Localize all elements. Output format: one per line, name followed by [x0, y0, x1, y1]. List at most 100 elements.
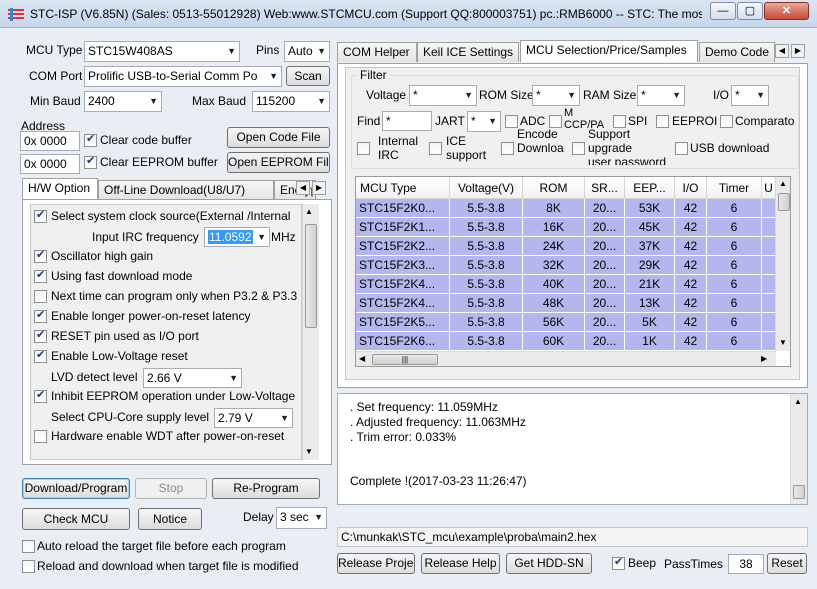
auto-reload-checkbox[interactable] — [22, 540, 35, 553]
reprogram-button[interactable]: Re-Program — [212, 478, 320, 499]
scroll-thumb[interactable] — [305, 224, 317, 328]
clear-code-checkbox[interactable] — [84, 132, 97, 147]
voltage-filter-select[interactable]: * ▼ — [409, 85, 477, 106]
column-header-io[interactable]: I/O — [675, 177, 707, 199]
release-project-button[interactable]: Release Project — [337, 553, 415, 574]
check-mcu-button[interactable]: Check MCU — [22, 508, 130, 530]
cell-uart — [762, 199, 776, 218]
open-eeprom-file-button[interactable]: Open EEPROM File — [227, 152, 330, 173]
com-port-select[interactable]: Prolific USB-to-Serial Comm Po ▼ — [84, 66, 282, 87]
ram-size-select[interactable]: * ▼ — [637, 85, 685, 106]
clock-source-checkbox[interactable] — [34, 208, 47, 223]
table-horizontal-scrollbar[interactable]: ◀ ||| ▶ — [356, 351, 776, 366]
usb-download-checkbox[interactable] — [675, 142, 688, 155]
open-code-file-button[interactable]: Open Code File — [227, 127, 330, 148]
tab-hw-option[interactable]: H/W Option — [22, 178, 98, 200]
scroll-down-icon[interactable]: ▼ — [305, 447, 313, 456]
uart-select[interactable]: * ▼ — [467, 111, 501, 132]
get-hdd-sn-button[interactable]: Get HDD-SN — [506, 553, 592, 574]
internal-irc-checkbox[interactable] — [357, 142, 370, 155]
min-baud-select[interactable]: 2400 ▼ — [84, 91, 162, 112]
pins-select[interactable]: Auto ▼ — [284, 41, 330, 62]
power-on-latency-checkbox[interactable] — [34, 308, 47, 323]
column-header-uart[interactable]: U — [762, 177, 776, 199]
scroll-down-icon[interactable]: ▼ — [779, 338, 787, 347]
maximize-button[interactable]: ▢ — [737, 2, 763, 20]
scroll-up-icon[interactable]: ▲ — [794, 397, 802, 406]
scroll-thumb[interactable] — [778, 193, 790, 211]
rom-size-select[interactable]: * ▼ — [532, 85, 580, 106]
chevron-left-icon[interactable]: ◀ — [296, 181, 310, 195]
log-output[interactable]: . Set frequency: 11.059MHz . Adjusted fr… — [337, 393, 808, 505]
column-header-voltage[interactable]: Voltage(V) — [450, 177, 523, 199]
reset-pin-io-checkbox[interactable] — [34, 328, 47, 343]
log-scrollbar[interactable]: ▲ — [790, 394, 807, 504]
clear-eeprom-checkbox[interactable] — [84, 154, 97, 169]
close-button[interactable]: ✕ — [764, 2, 809, 20]
tab-mcu-selection[interactable]: MCU Selection/Price/Samples — [520, 40, 698, 62]
find-input[interactable]: * — [382, 111, 432, 131]
chevron-right-icon[interactable]: ▶ — [312, 181, 326, 195]
table-vertical-scrollbar[interactable]: ▲ ▼ — [775, 177, 790, 351]
reset-button[interactable]: Reset — [767, 553, 807, 574]
notice-button[interactable]: Notice — [138, 508, 202, 530]
table-row[interactable]: STC15F2K3... 5.5-3.8 32K 20... 29K 42 6 — [356, 256, 776, 275]
mcu-type-select[interactable]: STC15W408AS ▼ — [84, 41, 240, 62]
download-program-button[interactable]: Download/Program — [22, 478, 130, 499]
chevron-right-icon[interactable]: ▶ — [791, 44, 805, 58]
tab-com-helper[interactable]: COM Helper — [337, 42, 417, 62]
support-upgrade-checkbox[interactable] — [572, 142, 585, 155]
filter-title: Filter — [358, 68, 389, 82]
low-voltage-reset-checkbox[interactable] — [34, 348, 47, 363]
inhibit-eeprom-checkbox[interactable] — [34, 388, 47, 403]
scroll-thumb[interactable]: ||| — [372, 354, 438, 365]
reload-download-checkbox[interactable] — [22, 560, 35, 573]
table-row[interactable]: STC15F2K2... 5.5-3.8 24K 20... 37K 42 6 — [356, 237, 776, 256]
table-row[interactable]: STC15F2K1... 5.5-3.8 16K 20... 45K 42 6 — [356, 218, 776, 237]
column-header-sram[interactable]: SR... — [585, 177, 625, 199]
hw-option-scrollbar[interactable]: ▲ ▼ — [302, 204, 319, 460]
release-help-button[interactable]: Release Help — [421, 553, 500, 574]
encode-download-checkbox[interactable] — [501, 142, 514, 155]
beep-checkbox[interactable] — [612, 555, 625, 570]
irc-frequency-select[interactable]: 11.0592 ▼ — [204, 227, 270, 247]
oscillator-gain-checkbox[interactable] — [34, 248, 47, 263]
table-row[interactable]: STC15F2K6... 5.5-3.8 60K 20... 1K 42 6 — [356, 332, 776, 351]
hardware-wdt-checkbox[interactable] — [34, 430, 47, 443]
minimize-button[interactable]: — — [710, 2, 736, 20]
tab-demo-code[interactable]: Demo Code — [699, 42, 775, 62]
scroll-up-icon[interactable]: ▲ — [779, 179, 787, 188]
p32-p33-checkbox[interactable] — [34, 290, 47, 303]
mcu-table[interactable]: MCU Type Voltage(V) ROM SR... EEP... I/O… — [355, 176, 791, 367]
table-row[interactable]: STC15F2K5... 5.5-3.8 56K 20... 5K 42 6 — [356, 313, 776, 332]
scroll-thumb[interactable] — [793, 485, 805, 499]
scroll-right-icon[interactable]: ▶ — [761, 354, 767, 363]
chevron-left-icon[interactable]: ◀ — [775, 44, 789, 58]
voltage-filter-value: * — [413, 88, 418, 102]
table-row[interactable]: STC15F2K4... 5.5-3.8 48K 20... 13K 42 6 — [356, 294, 776, 313]
ice-support-checkbox[interactable] — [429, 142, 442, 155]
io-select[interactable]: * ▼ — [731, 85, 769, 106]
max-baud-select[interactable]: 115200 ▼ — [252, 91, 330, 112]
column-header-eeprom[interactable]: EEP... — [625, 177, 675, 199]
table-row[interactable]: STC15F2K4... 5.5-3.8 40K 20... 21K 42 6 — [356, 275, 776, 294]
delay-select[interactable]: 3 sec ▼ — [276, 507, 327, 529]
lvd-level-select[interactable]: 2.66 V ▼ — [143, 368, 242, 388]
stop-button[interactable]: Stop — [135, 478, 207, 499]
tab-keil-ice[interactable]: Keil ICE Settings — [417, 42, 519, 62]
fast-download-checkbox[interactable] — [34, 268, 47, 283]
column-header-timer[interactable]: Timer — [707, 177, 762, 199]
code-address-input[interactable]: 0x 0000 — [20, 131, 80, 151]
comparator-checkbox[interactable] — [720, 115, 733, 128]
scan-button[interactable]: Scan — [286, 66, 330, 86]
scroll-up-icon[interactable]: ▲ — [305, 207, 313, 216]
table-row[interactable]: STC15F2K0... 5.5-3.8 8K 20... 53K 42 6 — [356, 199, 776, 218]
column-header-rom[interactable]: ROM — [523, 177, 585, 199]
cpu-core-level-select[interactable]: 2.79 V ▼ — [214, 408, 293, 428]
scroll-left-icon[interactable]: ◀ — [359, 354, 365, 363]
column-header-mcu-type[interactable]: MCU Type — [356, 177, 450, 199]
tab-offline-download[interactable]: Off-Line Download(U8/U7) — [98, 180, 274, 200]
title-bar[interactable]: STC-ISP (V6.85N) (Sales: 0513-55012928) … — [0, 0, 817, 28]
eeprom-address-input[interactable]: 0x 0000 — [20, 154, 80, 174]
file-path-field[interactable]: C:\munkak\STC_mcu\example\proba\main2.he… — [337, 527, 808, 547]
